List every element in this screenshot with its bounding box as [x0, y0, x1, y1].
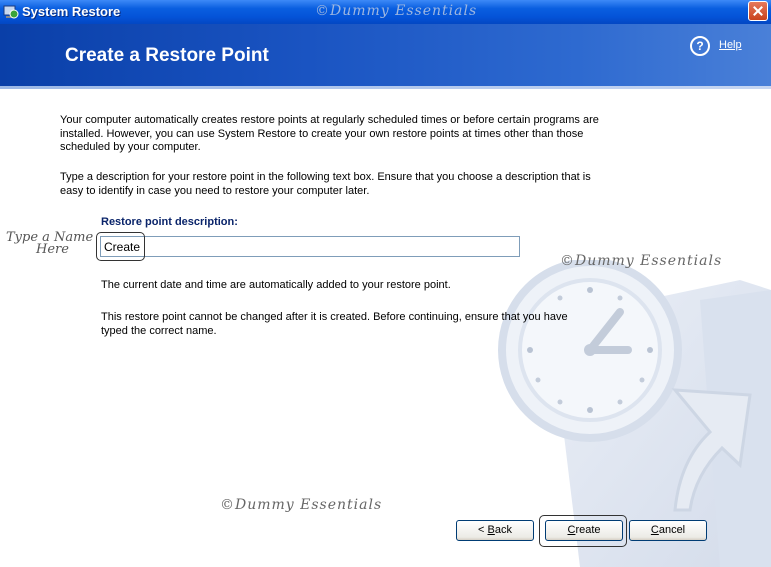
watermark-bottom: ©Dummy Essentials [220, 497, 383, 513]
help-icon[interactable]: ? [690, 36, 710, 56]
header-divider [0, 86, 771, 89]
watermark-middle: ©Dummy Essentials [560, 253, 723, 269]
help-link[interactable]: Help [719, 39, 742, 51]
instruction-text: Type a description for your restore poin… [60, 171, 591, 197]
back-rest: ack [494, 524, 512, 536]
create-button[interactable]: Create [545, 520, 623, 541]
cancel-button[interactable]: Cancel [629, 520, 707, 541]
cancel-rest: ancel [658, 524, 686, 536]
restore-point-description-label: Restore point description: [101, 216, 238, 228]
restore-point-description-input[interactable] [100, 236, 520, 257]
system-restore-icon [3, 5, 19, 19]
intro-text: Your computer automatically creates rest… [60, 114, 599, 153]
watermark-top: ©Dummy Essentials [315, 3, 478, 19]
close-icon[interactable] [748, 1, 768, 21]
input-highlight-annotation [96, 232, 145, 261]
back-prefix: < [478, 524, 488, 536]
page-title: Create a Restore Point [65, 45, 269, 66]
title-bar: System Restore ©Dummy Essentials [0, 0, 771, 24]
wizard-header: Create a Restore Point ? Help [0, 24, 771, 86]
window-title: System Restore [22, 4, 121, 19]
type-name-annotation: Type a Name Here [6, 231, 93, 257]
cancel-accel: C [650, 524, 659, 536]
back-accel: B [487, 524, 495, 536]
cannot-change-warning: This restore point cannot be changed aft… [101, 311, 568, 337]
date-time-note: The current date and time are automatica… [101, 279, 451, 291]
create-rest: reate [575, 524, 601, 536]
back-button[interactable]: < Back [456, 520, 534, 541]
annotation-line-2: Here [36, 242, 69, 257]
